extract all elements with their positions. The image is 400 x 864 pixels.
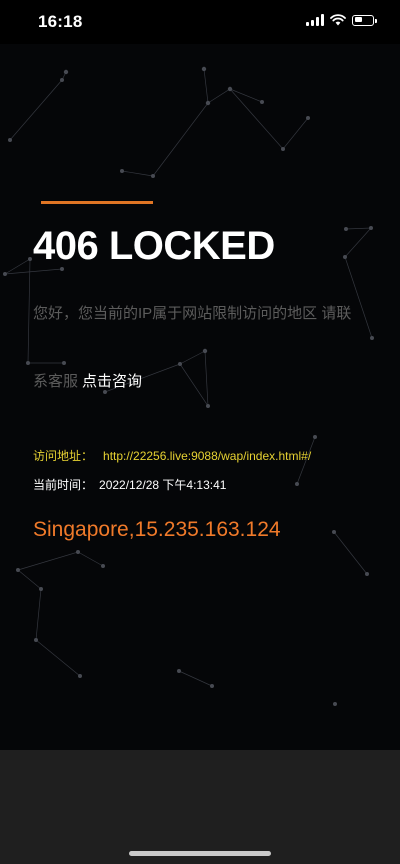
battery-icon <box>352 14 377 26</box>
restriction-notice-continued: 系客服 点击咨询 <box>33 370 142 391</box>
status-bar: 16:18 <box>0 0 400 44</box>
visit-address-row: 访问地址： http://22256.live:9088/wap/index.ht… <box>33 447 311 464</box>
wifi-icon <box>330 14 346 26</box>
error-title: 406 LOCKED <box>33 224 275 268</box>
ip-location: Singapore,15.235.163.124 <box>33 518 281 541</box>
status-time: 16:18 <box>38 12 83 31</box>
contact-service-text: 系客服 <box>33 373 79 390</box>
restriction-notice: 您好，您当前的IP属于网站限制访问的地区 请联 <box>33 305 352 322</box>
status-icons <box>306 14 377 26</box>
visit-address-label: 访问地址： <box>33 449 94 463</box>
cellular-signal-icon <box>306 14 324 26</box>
consult-link[interactable]: 点击咨询 <box>82 373 142 390</box>
accent-bar <box>41 201 153 204</box>
current-time-row: 当前时间： 2022/12/28 下午4:13:41 <box>33 476 226 493</box>
current-time-value: 2022/12/28 下午4:13:41 <box>99 478 227 492</box>
home-indicator[interactable] <box>129 851 271 856</box>
visit-address-url: http://22256.live:9088/wap/index.html#/ <box>103 449 312 463</box>
locked-page-panel: 406 LOCKED 您好，您当前的IP属于网站限制访问的地区 请联 系客服 点击… <box>0 44 400 750</box>
current-time-label: 当前时间： <box>33 478 94 492</box>
network-background <box>3 66 374 706</box>
